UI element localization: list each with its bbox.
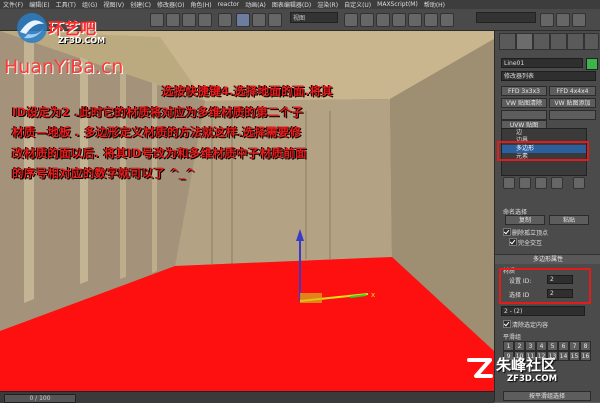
sg-button[interactable]: 4 <box>536 341 547 351</box>
full-interactive-label: 完全交互 <box>518 240 543 247</box>
modify-tab-icon[interactable] <box>516 33 533 50</box>
smoothing-group-label: 平滑组 <box>503 334 522 341</box>
sg-button[interactable]: 15 <box>569 351 580 361</box>
material-id-highlight-box <box>499 268 591 304</box>
utilities-tab-icon[interactable] <box>584 33 599 50</box>
menu-help[interactable]: 帮助(H) <box>421 0 448 9</box>
menu-modifiers[interactable]: 修改器(O) <box>154 0 187 9</box>
polygon-properties-rollout[interactable]: 多边形属性 <box>495 254 600 264</box>
material-editor-icon[interactable] <box>540 13 554 27</box>
pivot-icon[interactable] <box>344 13 358 27</box>
uvw-add-button[interactable]: VW 贴图添加 <box>549 98 596 108</box>
menu-create[interactable]: 创建(C) <box>127 0 154 9</box>
render-setup-icon[interactable] <box>556 13 570 27</box>
full-interactive-checkbox[interactable] <box>509 238 517 246</box>
remove-modifier-icon[interactable] <box>551 177 563 189</box>
axis-x-label: x <box>371 291 375 299</box>
menu-character[interactable]: 角色(H) <box>187 0 214 9</box>
tutorial-instruction: 选按快捷键4.选择地面的面.将其 ID设定为2 .此时它的材质将对应为多维材质的… <box>12 81 432 184</box>
uvw-clear-button[interactable]: VW 贴图清除 <box>501 98 547 108</box>
sg-button[interactable]: 1 <box>503 341 514 351</box>
copy-button[interactable]: 复制 <box>505 215 545 225</box>
select-manipulate-icon[interactable] <box>360 13 374 27</box>
modifier-list-dropdown[interactable]: 修改器列表 <box>501 71 596 81</box>
named-selection-sets[interactable] <box>476 12 536 23</box>
menu-group[interactable]: 组(G) <box>79 0 100 9</box>
display-tab-icon[interactable] <box>567 33 584 50</box>
paste-button[interactable]: 粘贴 <box>549 215 589 225</box>
rotate-icon[interactable] <box>252 13 266 27</box>
menu-edit[interactable]: 编辑(E) <box>26 0 52 9</box>
menu-bar: 文件(F) 编辑(E) 工具(T) 组(G) 视图(V) 创建(C) 修改器(O… <box>0 0 600 9</box>
sg-button[interactable]: 7 <box>569 341 580 351</box>
sg-button[interactable]: 6 <box>558 341 569 351</box>
select-region-icon[interactable] <box>166 13 180 27</box>
sg-button[interactable]: 2 <box>514 341 525 351</box>
menu-rendering[interactable]: 渲染(R) <box>314 0 341 9</box>
select-name-icon[interactable] <box>182 13 196 27</box>
sg-button[interactable]: 5 <box>547 341 558 351</box>
snap-icon[interactable] <box>376 13 390 27</box>
percent-snap-icon[interactable] <box>408 13 422 27</box>
time-status-bar: 0 / 100 <box>0 391 494 403</box>
site-watermark-url: ZF3D.COM <box>507 374 558 384</box>
logo-pinyin-text: HuanYiBa.cn <box>4 56 124 78</box>
make-unique-icon[interactable] <box>535 177 547 189</box>
create-tab-icon[interactable] <box>499 33 516 50</box>
stack-item-edge[interactable]: 边 <box>502 129 586 137</box>
instruction-line: 改材质的面以后. 将其ID号改为和多维材质中子材质前面 <box>12 145 307 160</box>
menu-maxscript[interactable]: MAXScript(M) <box>374 1 421 8</box>
configure-sets-icon[interactable] <box>573 177 585 189</box>
window-crossing-icon[interactable] <box>218 13 232 27</box>
move-icon[interactable] <box>236 13 250 27</box>
scale-icon[interactable] <box>268 13 282 27</box>
pin-stack-icon[interactable] <box>503 177 515 189</box>
motion-tab-icon[interactable] <box>550 33 567 50</box>
menu-graph-editors[interactable]: 图表编辑器(D) <box>269 0 314 9</box>
modifier-button-a[interactable] <box>501 110 547 120</box>
delete-isolated-label: 删除孤立顶点 <box>512 230 549 237</box>
site-watermark-text: 朱峰社区 <box>496 356 557 374</box>
menu-file[interactable]: 文件(F) <box>0 0 26 9</box>
instruction-line: ID设定为2 .此时它的材质将对应为多维材质的第二个子 <box>12 104 304 119</box>
menu-reactor[interactable]: reactor <box>215 1 243 8</box>
object-color-swatch[interactable] <box>586 58 598 70</box>
instruction-line: 材质—地板 . 多边形定义材质的方法就这样.选择需要修 <box>12 125 302 139</box>
site-logo-icon <box>467 358 493 378</box>
select-icon[interactable] <box>150 13 164 27</box>
sg-button[interactable]: 3 <box>525 341 536 351</box>
logo-url-text: ZF3D.COM <box>58 36 106 45</box>
sg-button[interactable]: 16 <box>580 351 591 361</box>
menu-views[interactable]: 视图(V) <box>100 0 127 9</box>
delete-isolated-checkbox[interactable] <box>503 228 511 236</box>
align-icon[interactable] <box>440 13 454 27</box>
clear-selection-checkbox[interactable] <box>503 320 511 328</box>
angle-snap-icon[interactable] <box>392 13 406 27</box>
sg-button[interactable]: 8 <box>580 341 591 351</box>
clear-selection-label: 清除选定内容 <box>512 322 549 329</box>
menu-tools[interactable]: 工具(T) <box>53 0 79 9</box>
menu-animation[interactable]: 动画(A) <box>242 0 269 9</box>
command-panel: Line01 修改器列表 FFD 3x3x3 FFD 4x4x4 VW 贴图清除… <box>494 31 600 402</box>
rect-select-icon[interactable] <box>198 13 212 27</box>
object-name-field[interactable]: Line01 <box>501 58 583 68</box>
sg-button[interactable]: 14 <box>558 351 569 361</box>
polygon-highlight-box <box>497 141 589 161</box>
instruction-line: 选按快捷键4.选择地面的面.将其 <box>162 84 334 98</box>
menu-customize[interactable]: 自定义(U) <box>341 0 374 9</box>
instruction-line: 的序号相对应的数字就可以了 ^_^ <box>12 166 196 180</box>
logo-swirl-icon <box>17 13 47 43</box>
perspective-viewport[interactable]: x 选按快捷键4.选择地面的面.将其 ID设定为2 .此时它的材质将对应为多维材… <box>0 31 494 391</box>
select-by-sg-button[interactable]: 按平滑组选择 <box>503 391 591 401</box>
modifier-button-b[interactable] <box>549 110 596 120</box>
hierarchy-tab-icon[interactable] <box>533 33 550 50</box>
show-end-result-icon[interactable] <box>519 177 531 189</box>
mirror-icon[interactable] <box>424 13 438 27</box>
ffd444-button[interactable]: FFD 4x4x4 <box>549 86 596 96</box>
reference-coord-select[interactable]: 视图 <box>290 12 338 23</box>
sub-material-dropdown[interactable]: 2 - (2) <box>501 306 585 316</box>
quick-render-icon[interactable] <box>572 13 586 27</box>
ffd333-button[interactable]: FFD 3x3x3 <box>501 86 547 96</box>
